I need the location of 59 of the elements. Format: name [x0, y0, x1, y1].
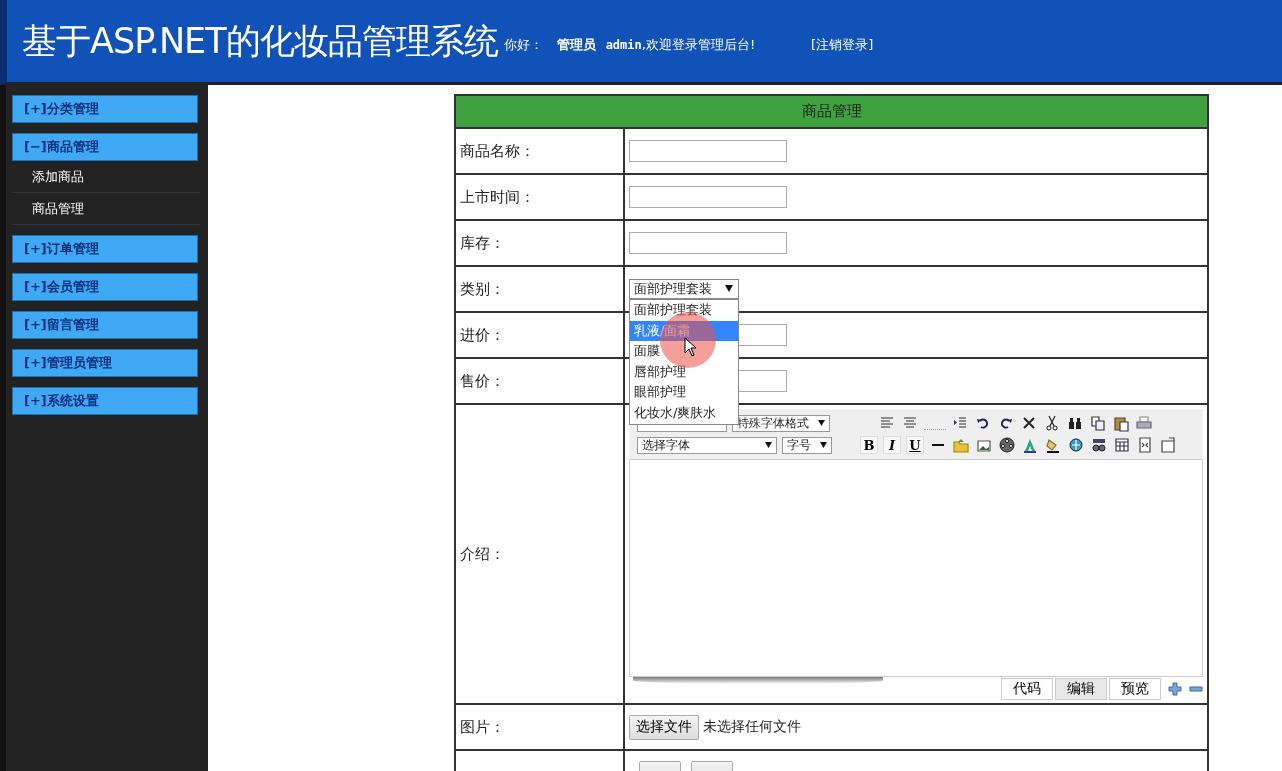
link-icon[interactable]: [1090, 436, 1108, 454]
input-field[interactable]: [629, 186, 787, 208]
editor-mode-tab[interactable]: 代码: [1001, 678, 1053, 700]
code-icon[interactable]: [1136, 436, 1154, 454]
font-size-select[interactable]: 字号: [782, 436, 832, 454]
site-title: 基于ASP.NET的化妆品管理系统: [22, 19, 498, 63]
file-status: 未选择任何文件: [703, 718, 801, 736]
category-select[interactable]: 面部护理套装: [629, 279, 739, 299]
sidebar-group-header[interactable]: [+]留言管理: [12, 311, 198, 339]
dropdown-option[interactable]: 唇部护理: [630, 361, 738, 383]
username: admin: [605, 38, 642, 52]
user-role: 管理员: [556, 36, 596, 54]
scissors-icon[interactable]: [1043, 414, 1061, 432]
field-label: 上市时间：: [455, 174, 624, 220]
caret-icon: [818, 419, 825, 426]
field-label: 图片：: [455, 704, 624, 750]
format-button[interactable]: B: [860, 436, 878, 454]
format-button[interactable]: U: [906, 436, 924, 454]
sidebar-group-header[interactable]: [+]会员管理: [12, 273, 198, 301]
sidebar-group-header[interactable]: [+]系统设置: [12, 387, 198, 415]
field-label: 介绍：: [455, 404, 624, 704]
field-label: 商品名称：: [455, 128, 624, 174]
sidebar-group-header[interactable]: [+]分类管理: [12, 95, 198, 123]
table-icon[interactable]: [1113, 436, 1131, 454]
field-label: 类别：: [455, 266, 624, 312]
paint-bucket-icon[interactable]: [1044, 436, 1062, 454]
format-button[interactable]: I: [883, 436, 901, 454]
input-field[interactable]: [629, 140, 787, 162]
dropdown-option[interactable]: 面膜: [630, 341, 738, 362]
caret-icon: [725, 285, 733, 292]
choose-file-button[interactable]: 选择文件: [629, 714, 699, 740]
plus-icon[interactable]: [1168, 682, 1182, 696]
welcome-text: ,欢迎登录管理后台!: [641, 36, 756, 54]
superscript-box-icon[interactable]: [1159, 436, 1177, 454]
film-reel-icon[interactable]: [998, 436, 1016, 454]
input-field[interactable]: [629, 232, 787, 254]
caret-icon: [820, 441, 827, 448]
field-label: 库存：: [455, 220, 624, 266]
cursor-icon: [684, 337, 698, 357]
sidebar-group-header[interactable]: [+]订单管理: [12, 235, 198, 263]
dropdown-option[interactable]: 面部护理套装: [630, 300, 738, 321]
sidebar-group-header[interactable]: [−]商品管理: [12, 133, 198, 161]
sidebar-item[interactable]: 添加商品: [12, 161, 200, 193]
greeting-text: 你好：: [503, 36, 543, 54]
font-select[interactable]: 选择字体: [637, 436, 777, 454]
caret-icon: [765, 441, 772, 448]
copy-icon[interactable]: [1089, 414, 1107, 432]
form-title: 商品管理: [455, 95, 1208, 128]
field-label: 进价：: [455, 312, 624, 358]
globe-icon[interactable]: [1067, 436, 1085, 454]
sidebar-item[interactable]: 商品管理: [12, 193, 200, 225]
field-label: 售价：: [455, 358, 624, 404]
printer-icon[interactable]: [1135, 414, 1153, 432]
paste-icon[interactable]: [1112, 414, 1130, 432]
logout-link[interactable]: [注销登录]: [811, 36, 874, 54]
editor-mode-tab[interactable]: 编辑: [1055, 678, 1107, 700]
editor-mode-tab[interactable]: 预览: [1109, 678, 1161, 700]
sidebar-group-header[interactable]: [+]管理员管理: [12, 349, 198, 377]
dropdown-option[interactable]: 眼部护理: [630, 382, 738, 403]
